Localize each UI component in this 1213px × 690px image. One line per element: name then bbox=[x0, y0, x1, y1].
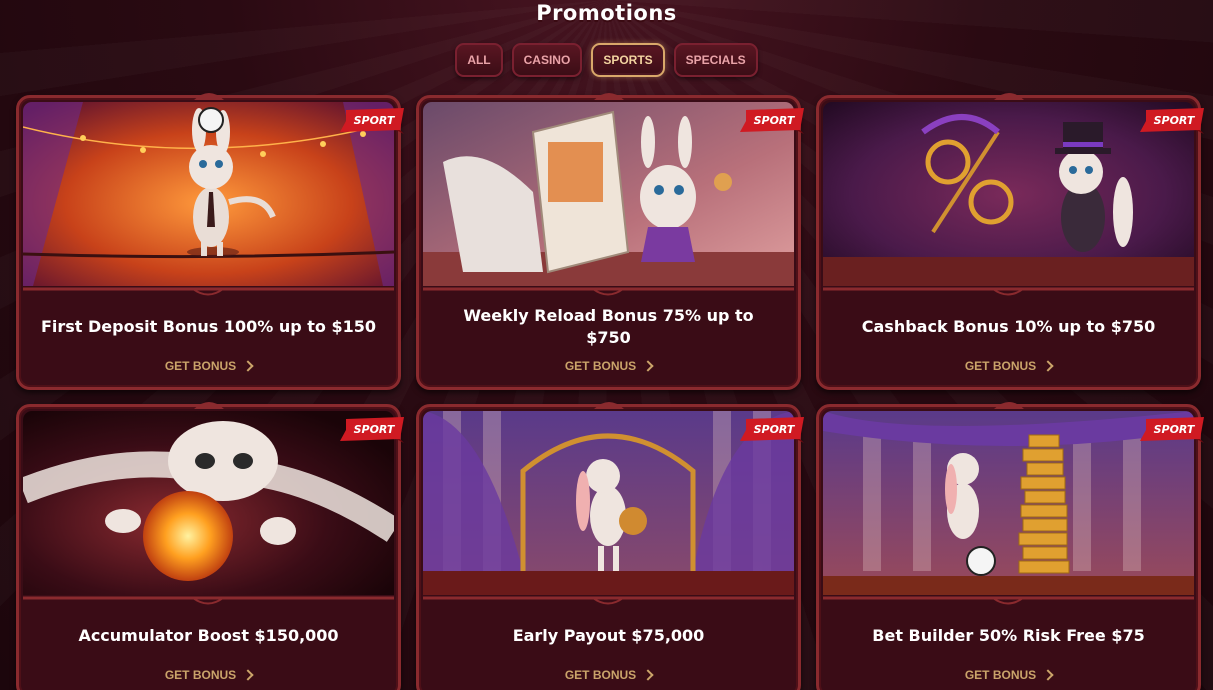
chevron-right-icon bbox=[642, 669, 654, 681]
sport-badge: SPORT bbox=[1138, 108, 1204, 134]
get-bonus-label: GET BONUS bbox=[164, 359, 237, 373]
promo-title: Early Payout $75,000 bbox=[512, 626, 705, 645]
ornament-icon bbox=[193, 93, 224, 100]
get-bonus-label: GET BONUS bbox=[564, 359, 637, 373]
promo-card-weekly-reload[interactable]: SPORT Weekly Reload Bonus 75% up to $750… bbox=[416, 93, 804, 390]
promo-title: Cashback Bonus 10% up to $750 bbox=[861, 317, 1156, 336]
chevron-right-icon bbox=[242, 669, 254, 681]
get-bonus-label: GET BONUS bbox=[964, 359, 1037, 373]
get-bonus-label: GET BONUS bbox=[564, 668, 637, 682]
divider-ornament bbox=[823, 596, 1194, 605]
promo-title: Bet Builder 50% Risk Free $75 bbox=[872, 626, 1145, 645]
get-bonus-label: GET BONUS bbox=[164, 668, 237, 682]
promo-card-cashback[interactable]: SPORT Cashback Bonus 10% up to $750 GET … bbox=[816, 93, 1204, 390]
promo-title: Accumulator Boost $150,000 bbox=[78, 626, 339, 645]
get-bonus-link[interactable]: GET BONUS bbox=[19, 665, 398, 685]
sport-badge: SPORT bbox=[338, 108, 404, 134]
get-bonus-label: GET BONUS bbox=[964, 668, 1037, 682]
tab-sports[interactable]: SPORTS bbox=[591, 43, 665, 77]
promo-card-accumulator-boost[interactable]: SPORT Accumulator Boost $150,000 GET BON… bbox=[16, 402, 404, 690]
divider-ornament bbox=[423, 596, 794, 605]
get-bonus-link[interactable]: GET BONUS bbox=[419, 665, 798, 685]
promo-card-bet-builder[interactable]: SPORT Bet Builder 50% Risk Free $75 GET … bbox=[816, 402, 1204, 690]
sport-badge: SPORT bbox=[338, 417, 404, 443]
ornament-icon bbox=[593, 402, 624, 409]
get-bonus-link[interactable]: GET BONUS bbox=[819, 665, 1198, 685]
get-bonus-link[interactable]: GET BONUS bbox=[819, 356, 1198, 376]
tab-all[interactable]: ALL bbox=[455, 43, 503, 77]
ornament-icon bbox=[193, 402, 224, 409]
chevron-right-icon bbox=[242, 360, 254, 372]
chevron-right-icon bbox=[642, 360, 654, 372]
sport-badge: SPORT bbox=[738, 108, 804, 134]
get-bonus-link[interactable]: GET BONUS bbox=[19, 356, 398, 376]
divider-ornament bbox=[423, 287, 794, 296]
promo-grid: SPORT First Deposit Bonus 100% up to $15… bbox=[16, 93, 1204, 690]
chevron-right-icon bbox=[1042, 360, 1054, 372]
chevron-right-icon bbox=[1042, 669, 1054, 681]
promo-title: First Deposit Bonus 100% up to $150 bbox=[40, 317, 377, 336]
get-bonus-link[interactable]: GET BONUS bbox=[419, 356, 798, 376]
sport-badge: SPORT bbox=[1138, 417, 1204, 443]
sport-badge: SPORT bbox=[738, 417, 804, 443]
tab-casino[interactable]: CASINO bbox=[511, 43, 583, 77]
page-title: Promotions bbox=[536, 1, 677, 25]
ornament-icon bbox=[993, 402, 1024, 409]
divider-ornament bbox=[823, 287, 1194, 296]
ornament-icon bbox=[593, 93, 624, 100]
tab-specials[interactable]: SPECIALS bbox=[673, 43, 758, 77]
promo-filter-tabs: ALL CASINO SPORTS SPECIALS bbox=[0, 43, 1213, 77]
divider-ornament bbox=[23, 596, 394, 605]
promo-title: Weekly Reload Bonus 75% up to $750 bbox=[463, 306, 754, 347]
promo-card-first-deposit[interactable]: SPORT First Deposit Bonus 100% up to $15… bbox=[16, 93, 404, 390]
ornament-icon bbox=[993, 93, 1024, 100]
divider-ornament bbox=[23, 287, 394, 296]
promo-card-early-payout[interactable]: SPORT Early Payout $75,000 GET BONUS bbox=[416, 402, 804, 690]
